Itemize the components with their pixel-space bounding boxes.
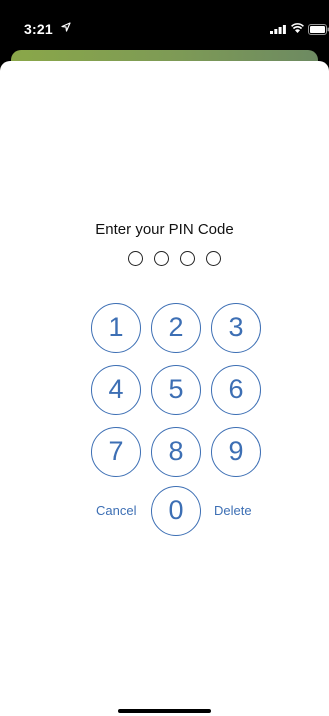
signal-icon — [270, 25, 286, 34]
pin-dots — [128, 251, 228, 269]
key-7[interactable]: 7 — [91, 427, 141, 477]
wifi-icon — [291, 23, 304, 33]
key-4[interactable]: 4 — [91, 365, 141, 415]
pin-dot — [206, 251, 221, 266]
key-2[interactable]: 2 — [151, 303, 201, 353]
delete-button[interactable]: Delete — [214, 503, 252, 518]
key-8[interactable]: 8 — [151, 427, 201, 477]
pin-entry-sheet: Enter your PIN Code 1 2 3 4 5 6 7 8 9 Ca… — [0, 61, 329, 716]
key-1[interactable]: 1 — [91, 303, 141, 353]
key-3[interactable]: 3 — [211, 303, 261, 353]
key-9[interactable]: 9 — [211, 427, 261, 477]
key-6[interactable]: 6 — [211, 365, 261, 415]
location-arrow-icon — [61, 22, 71, 32]
status-time: 3:21 — [24, 21, 53, 37]
pin-dot — [154, 251, 169, 266]
battery-icon — [308, 24, 329, 35]
pin-dot — [128, 251, 143, 266]
pin-dot — [180, 251, 195, 266]
cancel-button[interactable]: Cancel — [96, 503, 136, 518]
key-0[interactable]: 0 — [151, 486, 201, 536]
pin-prompt: Enter your PIN Code — [95, 221, 234, 238]
home-indicator[interactable] — [118, 709, 211, 713]
status-bar: 3:21 — [0, 0, 329, 48]
key-5[interactable]: 5 — [151, 365, 201, 415]
